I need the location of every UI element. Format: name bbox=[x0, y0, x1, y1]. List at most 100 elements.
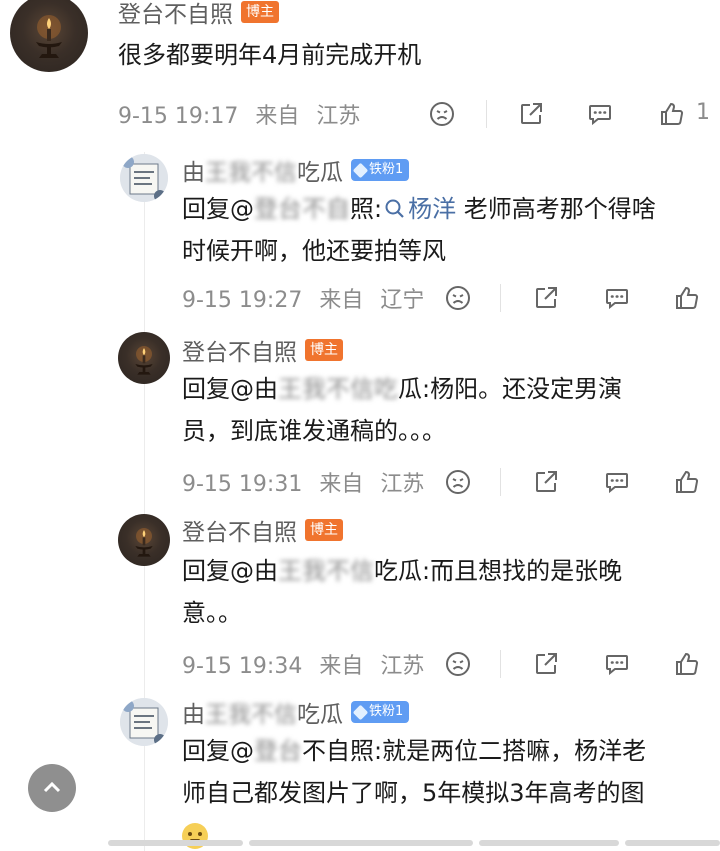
mention-end: 吃瓜: bbox=[374, 557, 431, 585]
art-avatar-image bbox=[120, 698, 168, 746]
username-start: 由 bbox=[182, 160, 205, 186]
reply-item: 由王我不信吃瓜 铁粉1 回复@登台不自照:就是两位二搭嘛，杨洋老 师自己都发图片… bbox=[0, 694, 720, 851]
reply-line-1: 回复@登台不自照: 杨洋 老师高考那个得啥 bbox=[182, 188, 712, 230]
username[interactable]: 由王我不信吃瓜 bbox=[182, 153, 343, 187]
dislike-icon[interactable] bbox=[426, 98, 458, 130]
like-icon[interactable] bbox=[671, 466, 703, 498]
reply-text: 回复@登台不自照: 杨洋 老师高考那个得啥 时候开啊，他还要拍等风 bbox=[182, 188, 712, 272]
divider bbox=[500, 284, 501, 312]
fan-badge-label: 铁粉1 bbox=[369, 704, 404, 719]
username-redacted: 王我不信 bbox=[205, 702, 297, 728]
dislike-icon[interactable] bbox=[442, 466, 474, 498]
bar-segment bbox=[108, 840, 243, 846]
avatar[interactable] bbox=[118, 332, 170, 384]
dislike-icon[interactable] bbox=[442, 648, 474, 680]
username[interactable]: 登台不自照 bbox=[182, 333, 297, 367]
avatar[interactable] bbox=[118, 514, 170, 566]
like-count: 1 bbox=[696, 100, 710, 125]
author-badge: 博主 bbox=[241, 1, 279, 23]
reply-line-1-rest: 而且想找的是张晚 bbox=[430, 557, 623, 585]
candle-avatar-image bbox=[36, 15, 62, 58]
fan-badge: 铁粉1 bbox=[351, 701, 410, 723]
reply-line-1-rest: 杨阳。还没定男演 bbox=[430, 375, 623, 403]
username[interactable]: 由王我不信吃瓜 bbox=[182, 695, 343, 729]
mention-start: @ bbox=[230, 737, 254, 765]
reply-item: 由王我不信吃瓜 铁粉1 回复@登台不自照: 杨洋 老师高考那个得啥 时候开啊，他还… bbox=[0, 150, 720, 325]
divider bbox=[500, 650, 501, 678]
fan-badge: 铁粉1 bbox=[351, 159, 410, 181]
share-icon[interactable] bbox=[530, 466, 562, 498]
mention-link[interactable]: @由王我不信吃瓜: bbox=[230, 557, 430, 585]
author-badge: 博主 bbox=[305, 519, 343, 541]
reply-text: 回复@由王我不信吃瓜:杨阳。还没定男演 员，到底谁发通稿的。。。 bbox=[182, 368, 712, 452]
mention-start: @ bbox=[230, 195, 254, 223]
reply-prefix: 回复 bbox=[182, 737, 230, 765]
candle-avatar-image bbox=[135, 346, 153, 375]
reply-line-1-rest: 老师高考那个得啥 bbox=[456, 195, 656, 223]
reply-text: 回复@登台不自照:就是两位二搭嘛，杨洋老 师自己都发图片了啊，5年模拟3年高考的… bbox=[182, 730, 712, 851]
reply-line-1: 回复@登台不自照:就是两位二搭嘛，杨洋老 bbox=[182, 730, 712, 772]
reply-line-2: 意。。 bbox=[182, 599, 242, 627]
avatar[interactable] bbox=[10, 0, 88, 72]
comment-icon[interactable] bbox=[601, 648, 633, 680]
mention-end: 不自照: bbox=[302, 737, 383, 765]
username-end: 吃瓜 bbox=[297, 160, 343, 186]
dislike-icon[interactable] bbox=[442, 282, 474, 314]
username-redacted: 王我不信 bbox=[205, 160, 297, 186]
mention-redacted: 王我不信 bbox=[278, 557, 374, 585]
avatar[interactable] bbox=[120, 698, 168, 746]
diamond-icon bbox=[352, 704, 369, 720]
candle-avatar-image bbox=[135, 528, 153, 557]
fan-badge-label: 铁粉1 bbox=[369, 162, 404, 177]
like-icon[interactable] bbox=[656, 98, 688, 130]
mention-end: 瓜: bbox=[398, 375, 431, 403]
like-icon[interactable] bbox=[671, 648, 703, 680]
mention-redacted: 王我不信吃 bbox=[278, 375, 398, 403]
avatar[interactable] bbox=[120, 154, 168, 202]
topic-link[interactable]: 杨洋 bbox=[382, 195, 456, 223]
share-icon[interactable] bbox=[530, 648, 562, 680]
reply-item: 登台不自照 博主 回复@由王我不信吃瓜:而且想找的是张晚 意。。 9-15 19… bbox=[0, 512, 720, 692]
bar-segment bbox=[479, 840, 620, 846]
like-icon[interactable] bbox=[671, 282, 703, 314]
divider bbox=[486, 100, 487, 128]
reply-line-1-rest: 就是两位二搭嘛，杨洋老 bbox=[382, 737, 647, 765]
mention-redacted: 登台 bbox=[254, 737, 302, 765]
mention-start: @由 bbox=[230, 557, 278, 585]
reply-prefix: 回复 bbox=[182, 195, 230, 223]
reply-line-2: 员，到底谁发通稿的。。。 bbox=[182, 417, 446, 445]
mention-redacted: 登台不自 bbox=[254, 195, 350, 223]
comment-text: 很多都要明年4月前完成开机 bbox=[118, 41, 422, 69]
username[interactable]: 登台不自照 bbox=[182, 513, 297, 547]
mention-start: @由 bbox=[230, 375, 278, 403]
comment-icon[interactable] bbox=[601, 282, 633, 314]
username[interactable]: 登台不自照 bbox=[118, 0, 233, 29]
reply-line-1: 回复@由王我不信吃瓜:而且想找的是张晚 bbox=[182, 550, 712, 592]
reply-line-2: 时候开啊，他还要拍等风 bbox=[182, 237, 446, 265]
art-avatar-image bbox=[120, 154, 168, 202]
reply-prefix: 回复 bbox=[182, 557, 230, 585]
share-icon[interactable] bbox=[530, 282, 562, 314]
author-badge: 博主 bbox=[305, 339, 343, 361]
bottom-bars bbox=[108, 840, 720, 846]
username-end: 吃瓜 bbox=[297, 702, 343, 728]
mention-end: 照: bbox=[350, 195, 383, 223]
topic-text: 杨洋 bbox=[408, 195, 457, 223]
divider bbox=[500, 468, 501, 496]
mention-link[interactable]: @登台不自照: bbox=[230, 737, 382, 765]
main-comment: 登台不自照 博主 很多都要明年4月前完成开机 9-15 19:17 来自 江苏 … bbox=[0, 0, 720, 150]
reply-item: 登台不自照 博主 回复@由王我不信吃瓜:杨阳。还没定男演 员，到底谁发通稿的。。… bbox=[0, 330, 720, 510]
mention-link[interactable]: @由王我不信吃瓜: bbox=[230, 375, 430, 403]
reply-line-1: 回复@由王我不信吃瓜:杨阳。还没定男演 bbox=[182, 368, 712, 410]
bar-segment bbox=[625, 840, 720, 846]
comment-icon[interactable] bbox=[601, 466, 633, 498]
username-start: 由 bbox=[182, 702, 205, 728]
search-icon bbox=[385, 199, 404, 218]
comment-icon[interactable] bbox=[584, 98, 616, 130]
reply-prefix: 回复 bbox=[182, 375, 230, 403]
bar-segment bbox=[248, 840, 474, 846]
scroll-top-button[interactable] bbox=[28, 764, 76, 812]
share-icon[interactable] bbox=[515, 98, 547, 130]
chevron-up-icon bbox=[43, 781, 61, 793]
mention-link[interactable]: @登台不自照: bbox=[230, 195, 382, 223]
